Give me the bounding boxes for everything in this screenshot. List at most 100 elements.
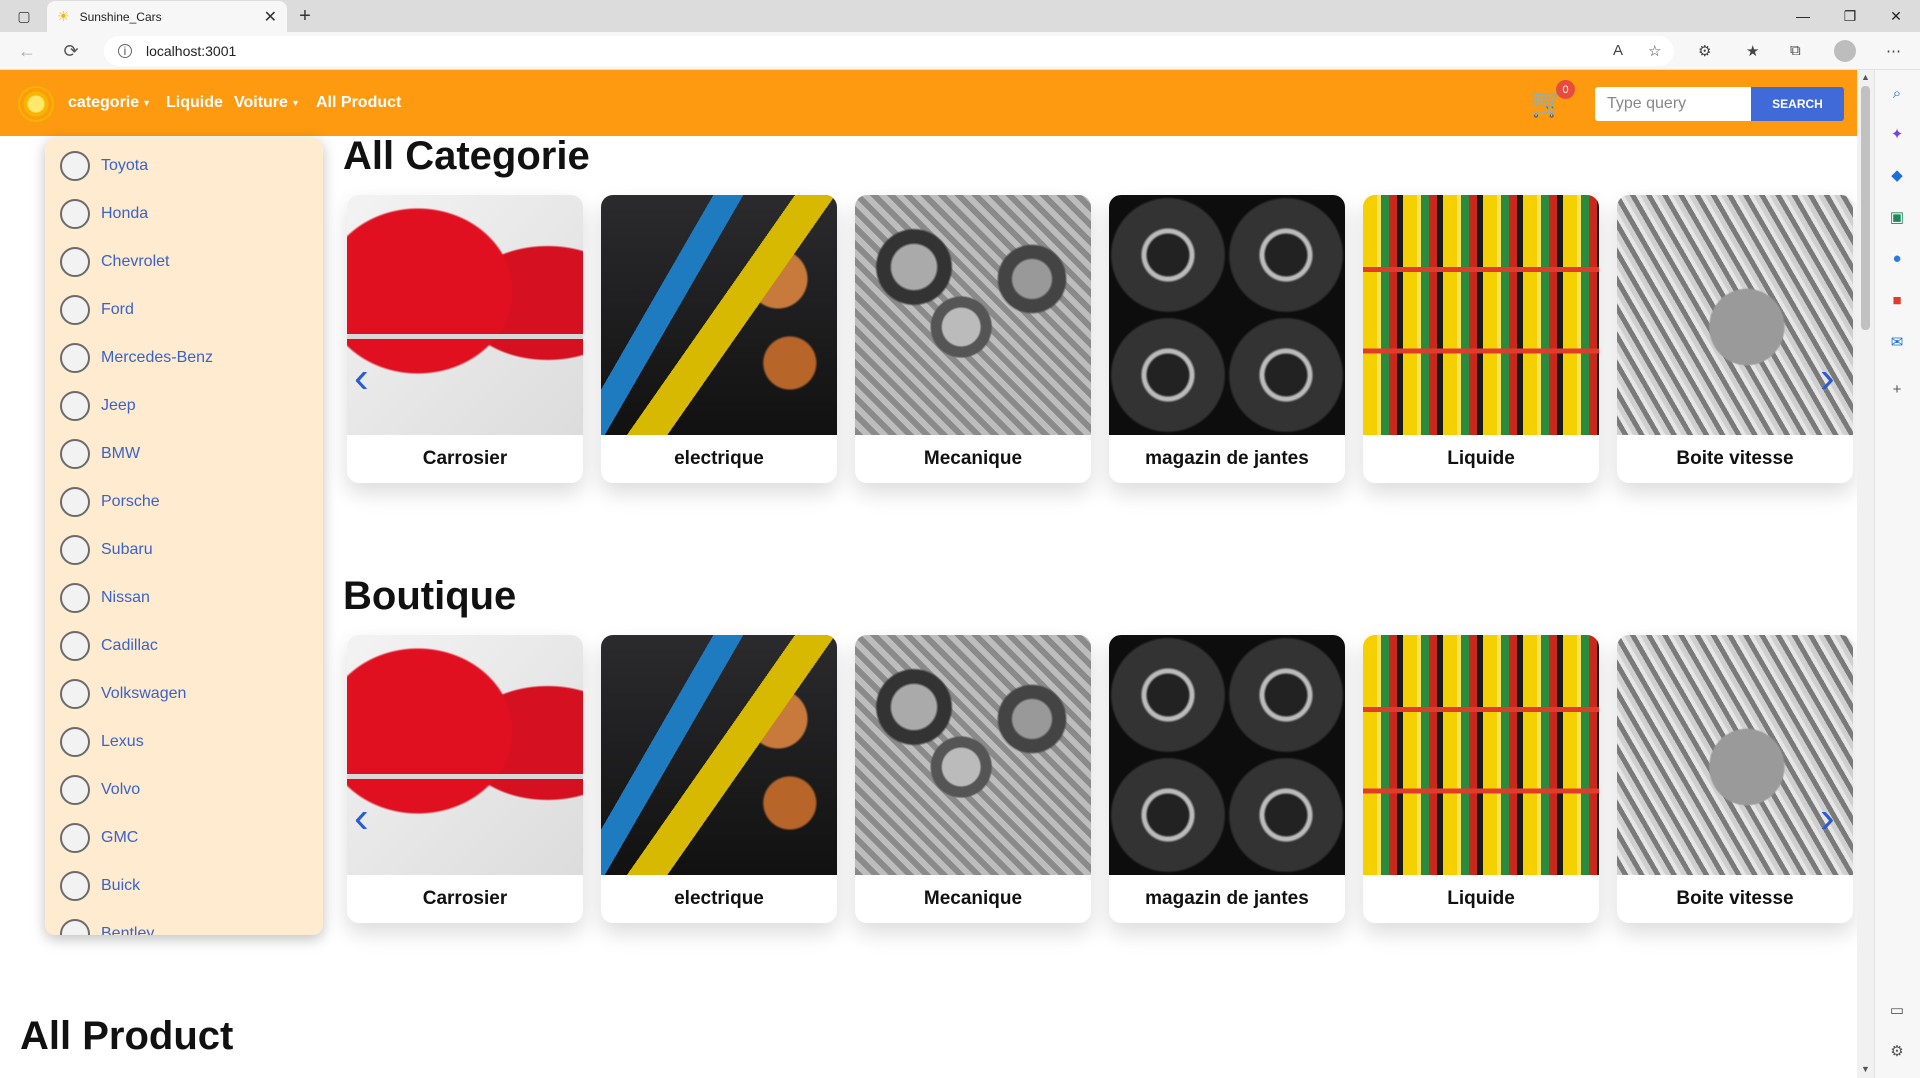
close-tab-icon[interactable]: ✕ bbox=[264, 7, 277, 27]
boutique-card[interactable]: Carrosier bbox=[347, 635, 583, 923]
shopping-tag-icon[interactable]: ◆ bbox=[1886, 164, 1908, 186]
nav-voiture[interactable]: Voiture ▼ bbox=[234, 94, 300, 112]
card-label: Carrosier bbox=[422, 888, 508, 909]
brand-item[interactable]: Ford bbox=[45, 286, 323, 334]
restore-icon[interactable]: ❐ bbox=[1827, 0, 1873, 32]
sun-logo-icon[interactable] bbox=[18, 86, 54, 122]
card-label: Liquide bbox=[1447, 888, 1515, 909]
boutique-card[interactable]: magazin de jantes bbox=[1109, 635, 1345, 923]
category-card[interactable]: Boite vitesse bbox=[1617, 195, 1853, 483]
brand-label: GMC bbox=[101, 829, 139, 846]
browser-tab[interactable]: ☀ Sunshine_Cars ✕ bbox=[47, 1, 287, 32]
brand-item[interactable]: Volkswagen bbox=[45, 670, 323, 718]
nav-voiture-label: Voiture bbox=[234, 94, 288, 111]
back-icon[interactable]: ← bbox=[14, 39, 40, 63]
brand-item[interactable]: Nissan bbox=[45, 574, 323, 622]
carousel-next-icon[interactable]: › bbox=[1820, 356, 1835, 400]
brand-item[interactable]: Buick bbox=[45, 862, 323, 910]
brand-label: Porsche bbox=[101, 493, 160, 510]
profile-avatar[interactable] bbox=[1834, 40, 1856, 62]
search-input[interactable] bbox=[1595, 87, 1751, 121]
brand-item[interactable]: Chevrolet bbox=[45, 238, 323, 286]
outlook-icon[interactable]: ✉ bbox=[1886, 331, 1908, 353]
boutique-card[interactable]: Boite vitesse bbox=[1617, 635, 1853, 923]
bentley-logo-icon bbox=[57, 916, 93, 935]
search-icon[interactable]: ⌕ bbox=[1886, 82, 1908, 104]
category-card[interactable]: Carrosier bbox=[347, 195, 583, 483]
browser-tab-bar: ▢ ☀ Sunshine_Cars ✕ + — ❐ ✕ bbox=[0, 0, 1920, 32]
brand-item[interactable]: Honda bbox=[45, 190, 323, 238]
brand-item[interactable]: Bentley bbox=[45, 910, 323, 935]
brand-label: Nissan bbox=[101, 589, 150, 606]
brand-sidebar[interactable]: Toyota Honda Chevrolet Ford Mercedes-Benz Jee… bbox=[45, 138, 323, 935]
scrollbar-thumb[interactable] bbox=[1861, 86, 1870, 330]
favorites-icon[interactable]: ★ bbox=[1746, 42, 1759, 60]
boutique-card[interactable]: Liquide bbox=[1363, 635, 1599, 923]
scroll-up-icon[interactable]: ▲ bbox=[1859, 72, 1872, 82]
brand-label: Mercedes-Benz bbox=[101, 349, 214, 366]
brand-item[interactable]: Toyota bbox=[45, 142, 323, 190]
search-button[interactable]: SEARCH bbox=[1751, 87, 1844, 121]
brand-item[interactable]: Jeep bbox=[45, 382, 323, 430]
brand-item[interactable]: GMC bbox=[45, 814, 323, 862]
nav-categorie-label: categorie bbox=[68, 94, 140, 111]
office-icon[interactable]: ■ bbox=[1886, 289, 1908, 311]
brand-label: BMW bbox=[101, 445, 141, 462]
nav-categorie[interactable]: categorie ▼ bbox=[68, 94, 151, 112]
window-close-icon[interactable]: ✕ bbox=[1873, 0, 1919, 32]
nav-liquide[interactable]: Liquide bbox=[166, 94, 223, 112]
reload-icon[interactable]: ⟳ bbox=[58, 39, 84, 63]
read-aloud-icon[interactable]: A bbox=[1613, 42, 1623, 59]
chevrolet-logo-icon bbox=[57, 244, 93, 280]
new-tab-icon[interactable]: + bbox=[292, 4, 318, 28]
card-label: Liquide bbox=[1447, 448, 1515, 469]
toyota-logo-icon bbox=[57, 148, 93, 184]
caret-down-icon: ▼ bbox=[142, 97, 152, 108]
games-icon[interactable]: ● bbox=[1886, 247, 1908, 269]
electric-cables-image bbox=[601, 195, 837, 435]
hide-sidebar-icon[interactable]: ▭ bbox=[1886, 999, 1908, 1021]
tab-title: Sunshine_Cars bbox=[79, 9, 162, 24]
site-info-icon[interactable]: i bbox=[118, 44, 132, 58]
carousel-prev-icon[interactable]: ‹ bbox=[354, 796, 369, 840]
brand-item[interactable]: Cadillac bbox=[45, 622, 323, 670]
card-label: Mecanique bbox=[923, 888, 1023, 909]
collections-icon[interactable]: ⧉ bbox=[1790, 42, 1801, 59]
card-label: Boite vitesse bbox=[1676, 888, 1794, 909]
brand-item[interactable]: Mercedes-Benz bbox=[45, 334, 323, 382]
brand-item[interactable]: Volvo bbox=[45, 766, 323, 814]
brand-label: Subaru bbox=[101, 541, 153, 558]
minimize-icon[interactable]: — bbox=[1780, 0, 1826, 32]
mercedes-logo-icon bbox=[57, 340, 93, 376]
brand-item[interactable]: BMW bbox=[45, 430, 323, 478]
extensions-icon[interactable]: ⚙ bbox=[1698, 42, 1711, 60]
add-sidebar-icon[interactable]: + bbox=[1886, 378, 1908, 400]
brand-item[interactable]: Subaru bbox=[45, 526, 323, 574]
category-card[interactable]: Liquide bbox=[1363, 195, 1599, 483]
card-label: Boite vitesse bbox=[1676, 448, 1794, 469]
tab-actions-icon[interactable]: ▢ bbox=[10, 6, 38, 26]
settings-icon[interactable]: ⚙ bbox=[1886, 1040, 1908, 1062]
brand-item[interactable]: Porsche bbox=[45, 478, 323, 526]
wheel-rims-image bbox=[1109, 195, 1345, 435]
card-label: magazin de jantes bbox=[1145, 888, 1309, 909]
nav-all-product[interactable]: All Product bbox=[316, 94, 401, 112]
carousel-prev-icon[interactable]: ‹ bbox=[354, 356, 369, 400]
favorite-star-icon[interactable]: ☆ bbox=[1648, 42, 1661, 60]
copilot-icon[interactable]: ✦ bbox=[1886, 123, 1908, 145]
boutique-card[interactable]: Mecanique bbox=[855, 635, 1091, 923]
tools-icon[interactable]: ▣ bbox=[1886, 206, 1908, 228]
category-card[interactable]: magazin de jantes bbox=[1109, 195, 1345, 483]
category-card[interactable]: electrique bbox=[601, 195, 837, 483]
more-icon[interactable]: ⋯ bbox=[1886, 42, 1901, 60]
volvo-logo-icon bbox=[57, 772, 93, 808]
brand-item[interactable]: Lexus bbox=[45, 718, 323, 766]
carousel-next-icon[interactable]: › bbox=[1820, 796, 1835, 840]
brand-label: Cadillac bbox=[101, 637, 158, 654]
category-card[interactable]: Mecanique bbox=[855, 195, 1091, 483]
boutique-card[interactable]: electrique bbox=[601, 635, 837, 923]
scroll-down-icon[interactable]: ▼ bbox=[1859, 1064, 1872, 1074]
url-field[interactable]: i localhost:3001 bbox=[104, 36, 1674, 66]
electric-cables-image bbox=[601, 635, 837, 875]
porsche-logo-icon bbox=[57, 484, 93, 520]
